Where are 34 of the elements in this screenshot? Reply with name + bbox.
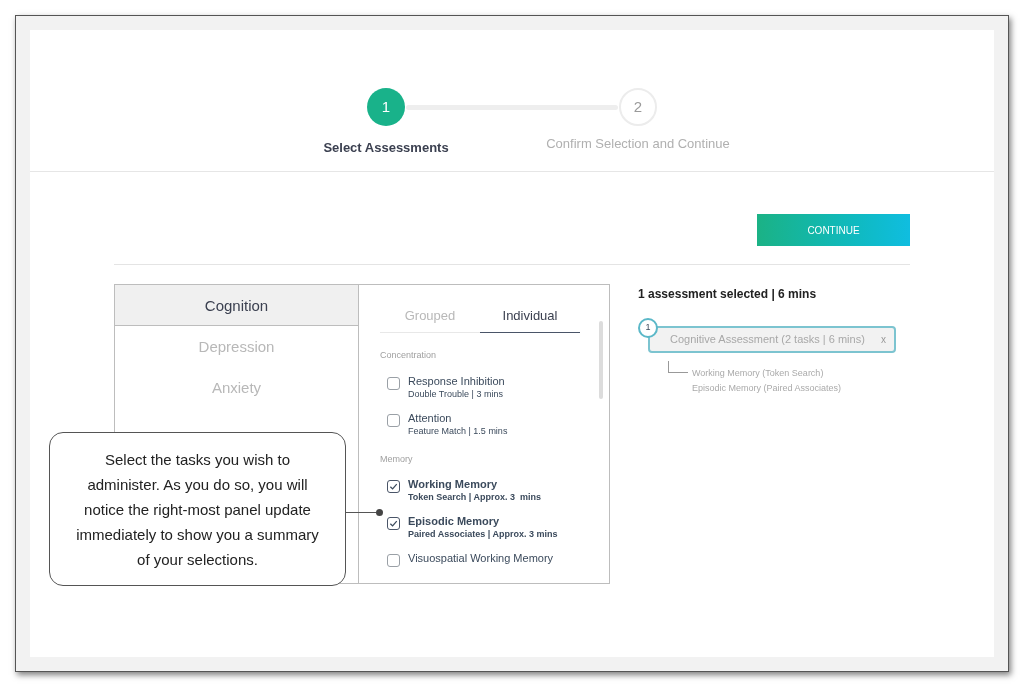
task-name: Response Inhibition	[408, 374, 505, 388]
step-label: Confirm Selection and Continue	[546, 135, 730, 153]
assessment-task: Working Memory (Token Search)	[692, 367, 825, 380]
scrollbar[interactable]	[599, 321, 603, 399]
checkbox[interactable]	[387, 554, 400, 567]
view-tab[interactable]: Individual	[480, 299, 580, 333]
assessment-task: Episodic Memory (Paired Associates)	[692, 382, 842, 395]
checkbox[interactable]	[387, 517, 400, 530]
checkbox[interactable]	[387, 480, 400, 493]
assessment-number: 1	[638, 318, 658, 338]
remove-button[interactable]: x	[881, 332, 886, 347]
task-detail: Token Search | Approx. 3 mins	[408, 491, 542, 503]
callout: Select the tasks you wish to administer. As you do so, you will notice the right-most panel update immediately to show you a summary of your selections.	[49, 432, 346, 586]
view-tab[interactable]: Grouped	[380, 299, 480, 333]
tree-connector	[668, 361, 688, 373]
group-heading: Memory	[380, 452, 414, 466]
task-name: Visuospatial Working Memory	[408, 552, 554, 565]
summary-title: 1 assessment selected | 6 mins	[638, 286, 818, 303]
category-tab[interactable]: Cognition	[115, 285, 358, 326]
category-tab[interactable]: Depression	[115, 326, 358, 367]
checkbox[interactable]	[387, 413, 400, 427]
group-heading: Concentration	[380, 349, 438, 362]
leader-line	[346, 509, 383, 516]
task-name: Working Memory	[408, 478, 499, 491]
task-detail: Feature Match | 1.5 mins	[408, 424, 508, 437]
checkbox[interactable]	[387, 376, 400, 390]
task-name: Episodic Memory	[408, 515, 501, 528]
task-name: Attention	[408, 411, 453, 425]
task-detail: Double Trouble | 3 mins	[408, 387, 504, 400]
step-label: Select Assessments	[323, 139, 449, 157]
category-tab[interactable]: Anxiety	[115, 367, 358, 408]
task-detail: Paired Associates | Approx. 3 mins	[408, 528, 558, 540]
continue-button[interactable]: CONTINUE	[757, 214, 910, 246]
assessment-label: Cognitive Assessment (2 tasks | 6 mins)	[670, 332, 866, 348]
